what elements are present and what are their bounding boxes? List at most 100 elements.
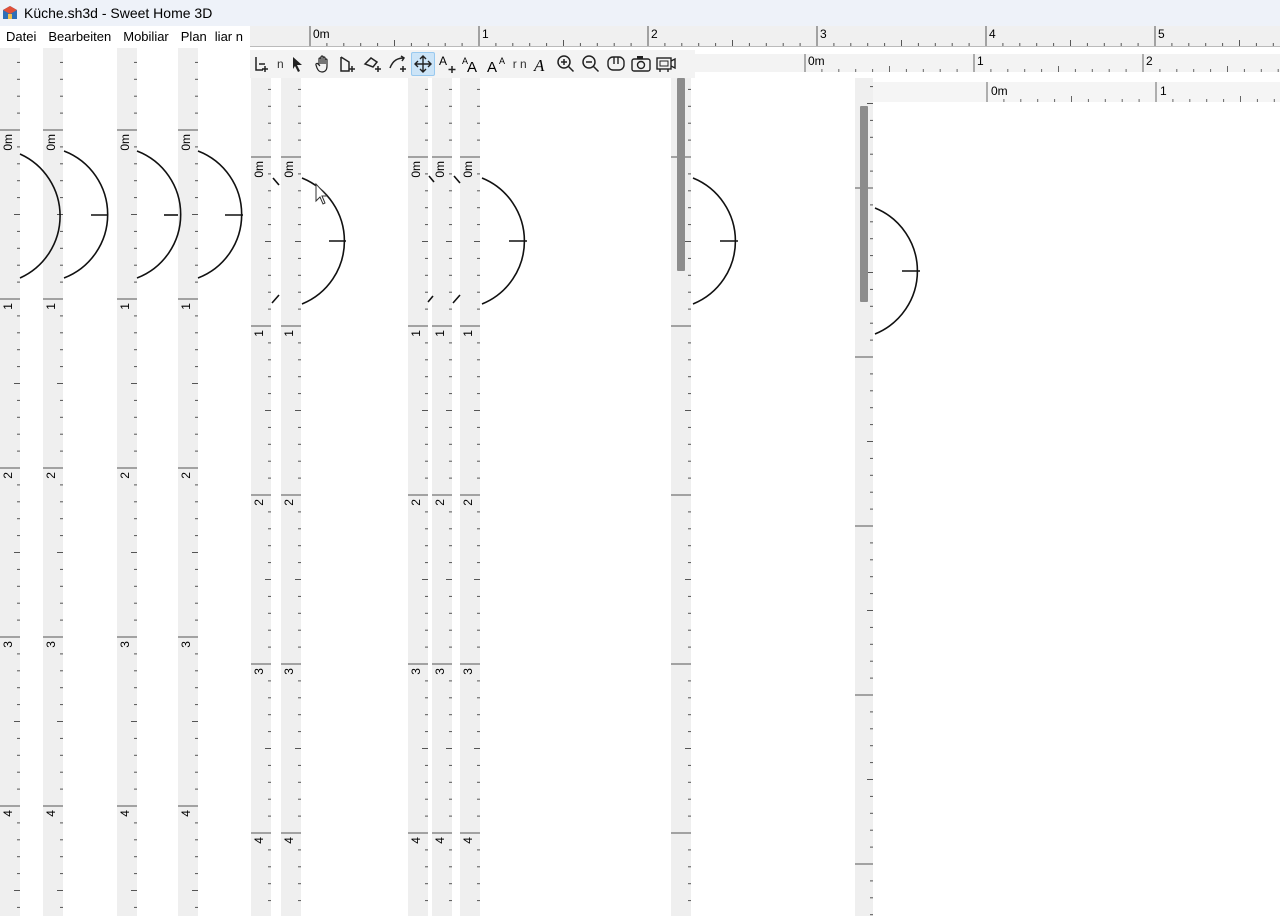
plan-vertical-ruler[interactable]: 0m 1 2 3 4 (251, 78, 271, 916)
vruler-label: 1 (409, 330, 423, 337)
vruler-label: 3 (282, 668, 296, 675)
svg-text:A: A (467, 59, 477, 74)
mouse-cursor-icon (315, 182, 329, 205)
door-arc (197, 150, 243, 279)
vruler-label: 0m (409, 161, 423, 178)
title-bar: Küche.sh3d - Sweet Home 3D (0, 0, 1280, 26)
vruler-label: 3 (1, 641, 15, 648)
pan-hand-icon[interactable] (311, 52, 335, 76)
plan-toolbar: n A AA AA r n A (250, 50, 695, 78)
vruler-label: 4 (118, 810, 132, 817)
vertical-ruler-ticks: 0m 1 2 3 4 (0, 61, 20, 908)
plan-horizontal-ruler-3[interactable]: 0m 1 (873, 82, 1280, 102)
decrease-text-size-icon[interactable]: AA (486, 52, 510, 76)
hruler-label-4: 4 (989, 27, 996, 41)
vruler-label: 4 (252, 837, 266, 844)
plan-vertical-ruler[interactable]: 0m 1 2 3 4 (281, 78, 301, 916)
plan-vertical-ruler[interactable]: 0m 1 2 3 4 (460, 78, 480, 916)
zoom-in-icon[interactable] (554, 52, 578, 76)
vruler-label: 1 (118, 303, 132, 310)
hruler3-label-1: 1 (1160, 84, 1167, 98)
vruler-label: 2 (433, 499, 447, 506)
create-dimension-icon[interactable] (386, 52, 410, 76)
vertical-ruler-ticks: 0m 1 2 3 4 (432, 88, 452, 902)
video-icon[interactable] (654, 52, 678, 76)
vruler-label: 2 (252, 499, 266, 506)
vruler-label: 0m (179, 134, 193, 151)
hruler-label-1: 1 (482, 27, 489, 41)
vruler-label: 2 (409, 499, 423, 506)
hruler-label-2: 2 (651, 27, 658, 41)
add-level-icon[interactable] (251, 52, 275, 76)
vruler-label: 2 (282, 499, 296, 506)
zoom-out-icon[interactable] (579, 52, 603, 76)
select-arrow-icon[interactable] (286, 52, 310, 76)
horizontal-ruler-ticks: 0m 1 2 3 4 5 (309, 26, 1274, 46)
increase-text-size-icon[interactable]: AA (461, 52, 485, 76)
vruler-label: 4 (282, 837, 296, 844)
plan-vertical-scrollbar[interactable] (677, 78, 685, 271)
add-text-icon[interactable]: A (436, 52, 460, 76)
door-arc (301, 177, 346, 305)
vruler-label: 1 (1, 303, 15, 310)
vruler-label: 3 (179, 641, 193, 648)
door-arc (136, 150, 182, 279)
vruler-label: 3 (409, 668, 423, 675)
plan-vertical-ruler[interactable]: 0m 1 2 3 4 (408, 78, 428, 916)
hruler2-label-1: 1 (977, 54, 984, 68)
italic-text-icon[interactable]: A (529, 52, 553, 76)
hruler2-label-2: 2 (1146, 54, 1153, 68)
plan-vertical-scrollbar-2[interactable] (860, 106, 868, 302)
virtual-visit-icon[interactable] (604, 52, 628, 76)
vertical-ruler-ticks: 0m 1 2 3 4 (251, 88, 271, 902)
vruler-label: 0m (282, 161, 296, 178)
svg-text:A: A (533, 56, 545, 74)
vruler-label: 3 (433, 668, 447, 675)
vruler-label: 2 (179, 472, 193, 479)
hruler-label-5: 5 (1158, 27, 1165, 41)
create-polyline-icon[interactable] (361, 52, 385, 76)
window-title: Küche.sh3d - Sweet Home 3D (24, 5, 213, 21)
plan-vertical-ruler[interactable]: 0m 1 2 3 4 (178, 48, 198, 916)
vruler-label: 0m (433, 161, 447, 178)
door-arc (481, 177, 526, 305)
vruler-label: 3 (44, 641, 58, 648)
vruler-label: 0m (44, 134, 58, 151)
vruler-label: 4 (44, 810, 58, 817)
vruler-label: 0m (252, 161, 266, 178)
camera-icon[interactable] (629, 52, 653, 76)
menu-bar: Datei Bearbeiten Mobiliar Plan liar n (0, 26, 250, 48)
vertical-ruler-ticks: 0m 1 2 3 4 (117, 61, 137, 908)
door-arc (874, 207, 919, 335)
vertical-ruler-ticks: 0m 1 2 3 4 (408, 88, 428, 902)
menu-datei[interactable]: Datei (0, 26, 42, 48)
door-arc (63, 150, 109, 279)
hruler-label-3: 3 (820, 27, 827, 41)
menu-mobiliar[interactable]: Mobiliar (117, 26, 175, 48)
door-arc (692, 177, 737, 305)
vruler-label: 2 (461, 499, 475, 506)
create-room-icon[interactable] (336, 52, 360, 76)
hruler2-label-0: 0m (808, 54, 825, 68)
plan-horizontal-ruler-2[interactable]: 0m 1 2 (695, 54, 1280, 72)
vruler-label: 1 (252, 330, 266, 337)
vruler-label: 0m (461, 161, 475, 178)
menu-clipped-fragment: liar n (214, 29, 243, 44)
vruler-label: 1 (282, 330, 296, 337)
menu-plan[interactable]: Plan (175, 26, 213, 48)
plan-vertical-ruler[interactable]: 0m 1 2 3 4 (0, 48, 20, 916)
vruler-label: 4 (461, 837, 475, 844)
plan-vertical-ruler[interactable]: 0m 1 2 3 4 (432, 78, 452, 916)
horizontal-ruler-2-ticks: 0m 1 2 (804, 54, 1279, 72)
menu-bearbeiten[interactable]: Bearbeiten (42, 26, 117, 48)
create-walls-icon[interactable] (411, 52, 436, 76)
vruler-label: 4 (179, 810, 193, 817)
vruler-label: 2 (118, 472, 132, 479)
plan-horizontal-ruler[interactable]: 0m 1 2 3 4 5 (250, 26, 1280, 47)
vruler-label: 0m (1, 134, 15, 151)
vertical-ruler-ticks: 0m 1 2 3 4 (178, 61, 198, 908)
toolbar-clipped-text: n (277, 57, 284, 71)
plan-vertical-ruler[interactable]: 0m 1 2 3 4 (117, 48, 137, 916)
plan-vertical-ruler[interactable]: 0m 1 2 3 4 (43, 48, 63, 916)
vruler-label: 1 (179, 303, 193, 310)
